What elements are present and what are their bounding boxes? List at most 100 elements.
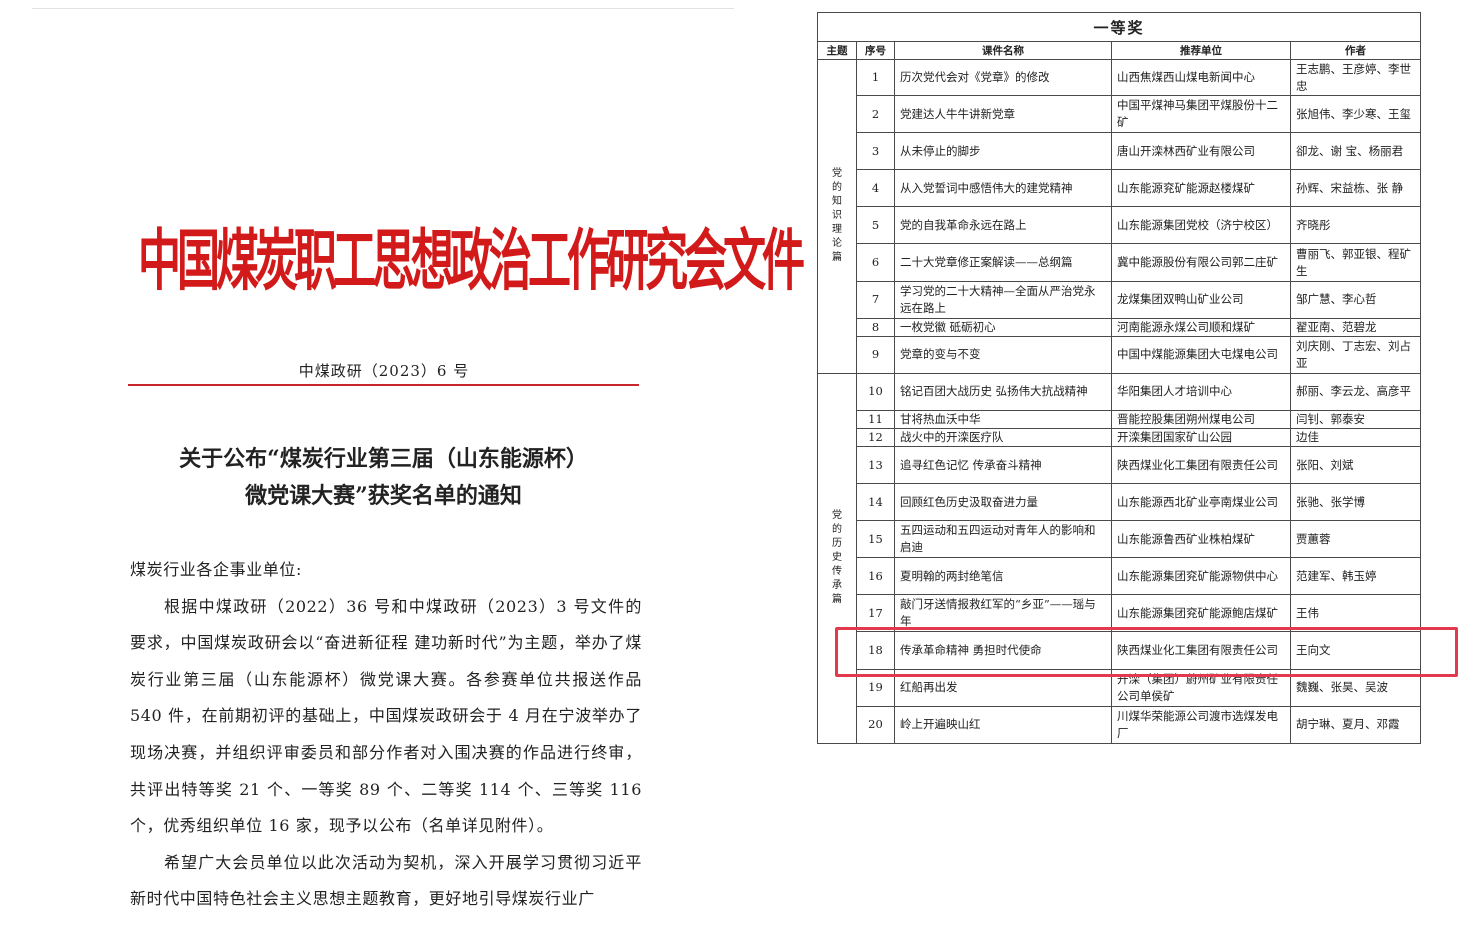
body-paragraph-1: 根据中煤政研（2022）36 号和中煤政研（2023）3 号文件的要求，中国煤炭…: [130, 596, 642, 836]
course-title: 从入党誓词中感悟伟大的建党精神: [894, 169, 1112, 208]
table-row: 7 学习党的二十大精神—全面从严治党永远在路上 龙煤集团双鸭山矿业公司 邹广慧、李心哲: [818, 280, 1422, 319]
course-title: 从未停止的脚步: [894, 132, 1112, 171]
header-author: 作者: [1289, 41, 1422, 60]
course-title: 党章的变与不变: [894, 335, 1112, 374]
table-row: 3 从未停止的脚步 唐山开滦林西矿业有限公司 卻龙、谢 宝、杨丽君: [818, 132, 1422, 171]
recommending-unit: 晋能控股集团朔州煤电公司: [1111, 409, 1291, 429]
table-row: 党的历史传承篇 10 铭记百团大战历史 弘扬伟大抗战精神 华阳集团人才培训中心 郝丽、李…: [817, 372, 1422, 745]
course-title: 学习党的二十大精神—全面从严治党永远在路上: [894, 280, 1112, 319]
recommending-unit: 川煤华荣能源公司渡市选煤发电厂: [1111, 705, 1291, 745]
author-names: 贾蕙蓉: [1289, 520, 1422, 559]
course-title: 战火中的开滦医疗队: [894, 427, 1112, 447]
letterhead-title: 中国煤炭职工思想政治工作研究会文件: [138, 223, 805, 301]
red-divider: [128, 384, 639, 386]
recommending-unit: 唐山开滦林西矿业有限公司: [1111, 132, 1291, 171]
course-title: 二十大党章修正案解读——总纲篇: [894, 243, 1112, 282]
author-names: 郝丽、李云龙、高彦平: [1289, 372, 1422, 411]
author-names: 张驰、张学博: [1289, 483, 1422, 522]
recommending-unit: 陕西煤业化工集团有限责任公司: [1111, 445, 1291, 485]
recommending-unit: 冀中能源股份有限公司郭二庄矿: [1111, 243, 1291, 282]
author-names: 边佳: [1289, 427, 1422, 447]
author-names: 胡宁琳、夏月、邓霞: [1289, 705, 1422, 745]
row-number: 11: [856, 409, 895, 429]
row-number: 7: [856, 280, 895, 319]
recommending-unit: 中国中煤能源集团大屯煤电公司: [1111, 335, 1291, 374]
recommending-unit: 山西焦煤西山煤电新闻中心: [1111, 58, 1291, 97]
recommending-unit: 山东能源集团兖矿能源物供中心: [1111, 557, 1291, 596]
recommending-unit: 山东能源西北矿业亭南煤业公司: [1111, 483, 1291, 522]
table-row: 15 五四运动和五四运动对青年人的影响和启迪 山东能源鲁西矿业株柏煤矿 贾蕙蓉: [818, 520, 1422, 559]
table-row: 2 党建达人牛牛讲新党章 中国平煤神马集团平煤股份十二矿 张旭伟、李少寒、王玺: [818, 95, 1422, 134]
author-names: 邹广慧、李心哲: [1289, 280, 1422, 319]
recommending-unit: 河南能源永煤公司顺和煤矿: [1111, 317, 1291, 337]
body-paragraph-2: 希望广大会员单位以此次活动为契机，深入开展学习贯彻习近平新时代中国特色社会主义思…: [130, 852, 642, 909]
highlight-box: [835, 627, 1458, 677]
table-caption: 一等奖: [816, 12, 1422, 42]
course-title: 岭上开遍映山红: [894, 705, 1112, 745]
notice-body: 煤炭行业各企事业单位: 根据中煤政研（2022）36 号和中煤政研（2023）3…: [130, 552, 642, 918]
table-row: 14 回顾红色历史汲取奋进力量 山东能源西北矿业亭南煤业公司 张驰、张学博: [818, 483, 1422, 522]
table-row: 16 夏明翰的两封绝笔信 山东能源集团兖矿能源物供中心 范建军、韩玉婷: [818, 557, 1422, 596]
header-number: 序号: [856, 41, 895, 60]
recommending-unit: 山东能源集团党校（济宁校区）: [1111, 206, 1291, 245]
row-number: 15: [856, 520, 895, 559]
course-title: 回顾红色历史汲取奋进力量: [894, 483, 1112, 522]
header-theme: 主题: [817, 41, 857, 60]
course-title: 党的自我革命永远在路上: [894, 206, 1112, 245]
author-names: 张旭伟、李少寒、王玺: [1289, 95, 1422, 134]
header-unit: 推荐单位: [1111, 41, 1291, 60]
author-names: 张阳、刘斌: [1289, 445, 1422, 485]
notice-title-line1: 关于公布“煤炭行业第三届（山东能源杯）: [179, 446, 588, 472]
course-title: 历次党代会对《党章》的修改: [894, 58, 1112, 97]
author-names: 刘庆刚、丁志宏、刘占亚: [1289, 335, 1422, 374]
author-names: 闫钊、郭泰安: [1289, 409, 1422, 429]
notice-title-line2: 微党课大赛”获奖名单的通知: [245, 483, 522, 509]
table-row: 9 党章的变与不变 中国中煤能源集团大屯煤电公司 刘庆刚、丁志宏、刘占亚: [818, 335, 1422, 374]
author-names: 卻龙、谢 宝、杨丽君: [1289, 132, 1422, 171]
table-row: 4 从入党誓词中感悟伟大的建党精神 山东能源兖矿能源赵楼煤矿 孙辉、宋益栋、张 静: [818, 169, 1422, 208]
row-number: 14: [856, 483, 895, 522]
author-names: 曹丽飞、郭亚银、程矿生: [1289, 243, 1422, 282]
row-number: 1: [856, 58, 895, 97]
salutation: 煤炭行业各企事业单位:: [130, 560, 302, 579]
row-number: 6: [856, 243, 895, 282]
table-row: 11 甘将热血沃中华 晋能控股集团朔州煤电公司 闫钊、郭泰安: [818, 409, 1422, 429]
row-number: 20: [856, 705, 895, 745]
row-number: 9: [856, 335, 895, 374]
row-number: 10: [856, 372, 895, 411]
row-number: 4: [856, 169, 895, 208]
table-row: 6 二十大党章修正案解读——总纲篇 冀中能源股份有限公司郭二庄矿 曹丽飞、郭亚银、程矿…: [818, 243, 1422, 282]
document-number: 中煤政研（2023）6 号: [298, 362, 470, 380]
course-title: 五四运动和五四运动对青年人的影响和启迪: [894, 520, 1112, 559]
row-number: 5: [856, 206, 895, 245]
recommending-unit: 开滦集团国家矿山公园: [1111, 427, 1291, 447]
author-names: 翟亚南、范碧龙: [1289, 317, 1422, 337]
author-names: 范建军、韩玉婷: [1289, 557, 1422, 596]
author-names: 孙辉、宋益栋、张 静: [1289, 169, 1422, 208]
notice-title: 关于公布“煤炭行业第三届（山东能源杯） 微党课大赛”获奖名单的通知: [128, 441, 639, 515]
row-number: 3: [856, 132, 895, 171]
author-names: 王志鹏、王彦婷、李世忠: [1289, 58, 1422, 97]
row-number: 12: [856, 427, 895, 447]
recommending-unit: 山东能源鲁西矿业株柏煤矿: [1111, 520, 1291, 559]
recommending-unit: 山东能源兖矿能源赵楼煤矿: [1111, 169, 1291, 208]
header-title: 课件名称: [894, 41, 1112, 60]
course-title: 甘将热血沃中华: [894, 409, 1112, 429]
course-title: 一枚党徽 砥砺初心: [894, 317, 1112, 337]
recommending-unit: 华阳集团人才培训中心: [1111, 372, 1291, 411]
table-row: 5 党的自我革命永远在路上 山东能源集团党校（济宁校区） 齐晓彤: [818, 206, 1422, 245]
table-row: 8 一枚党徽 砥砺初心 河南能源永煤公司顺和煤矿 翟亚南、范碧龙: [818, 317, 1422, 337]
course-title: 夏明翰的两封绝笔信: [894, 557, 1112, 596]
row-number: 13: [856, 445, 895, 485]
table-row: 13 追寻红色记忆 传承奋斗精神 陕西煤业化工集团有限责任公司 张阳、刘斌: [818, 445, 1422, 485]
row-number: 2: [856, 95, 895, 134]
course-title: 党建达人牛牛讲新党章: [894, 95, 1112, 134]
theme-cell-knowledge: 党的知识理论篇: [817, 59, 857, 374]
row-number: 8: [856, 317, 895, 337]
table-row: 党的知识理论篇 1 历次党代会对《党章》的修改 山西焦煤西山煤电新闻中心 王志鹏、王彦婷…: [817, 58, 1422, 374]
course-title: 铭记百团大战历史 弘扬伟大抗战精神: [894, 372, 1112, 411]
author-names: 齐晓彤: [1289, 206, 1422, 245]
course-title: 追寻红色记忆 传承奋斗精神: [894, 445, 1112, 485]
notice-document: 中国煤炭职工思想政治工作研究会文件 中煤政研（2023）6 号 关于公布“煤炭行…: [0, 0, 805, 928]
table-row: 12 战火中的开滦医疗队 开滦集团国家矿山公园 边佳: [818, 427, 1422, 447]
